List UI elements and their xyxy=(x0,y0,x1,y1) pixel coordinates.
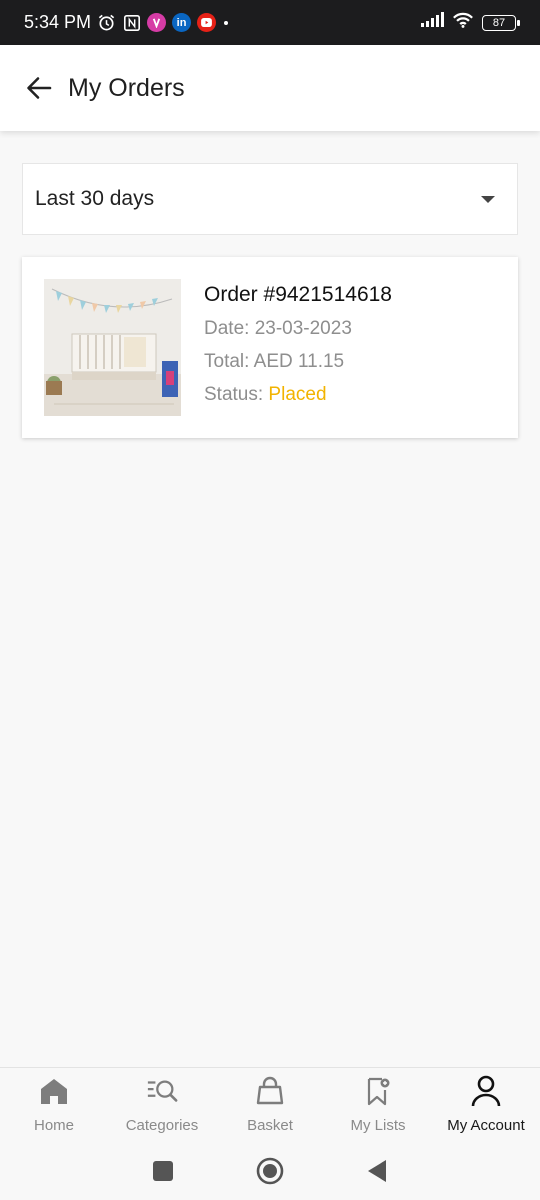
alarm-icon xyxy=(97,13,116,32)
order-total: Total: AED 11.15 xyxy=(204,351,345,372)
system-home-button[interactable] xyxy=(255,1156,285,1186)
caret-down-icon xyxy=(481,195,495,203)
order-status: Status: Placed xyxy=(204,384,392,406)
recents-icon xyxy=(153,1161,174,1181)
system-navigation-bar xyxy=(0,1142,540,1200)
bookmark-icon xyxy=(362,1075,394,1107)
order-status-label: Status: xyxy=(204,384,269,405)
arrow-left-icon xyxy=(27,77,52,99)
system-back-button[interactable] xyxy=(362,1156,392,1186)
status-notification-icons: in xyxy=(97,13,230,32)
signal-icon xyxy=(420,12,444,33)
status-bar: 5:34 PM in 87 xyxy=(0,0,540,45)
wifi-icon xyxy=(452,11,474,34)
youtube-icon xyxy=(197,13,217,32)
date-range-dropdown[interactable]: Last 30 days xyxy=(22,163,518,235)
status-system-icons: 87 xyxy=(420,11,520,34)
nav-label-my-lists: My Lists xyxy=(350,1117,406,1134)
nav-label-my-account: My Account xyxy=(447,1117,525,1134)
nav-label-home: Home xyxy=(33,1117,74,1134)
recents-button[interactable] xyxy=(148,1156,178,1186)
nav-item-basket[interactable]: Basket xyxy=(216,1068,324,1142)
back-triangle-icon xyxy=(367,1160,386,1182)
status-time: 5:34 PM xyxy=(24,12,92,32)
nav-item-categories[interactable]: Categories xyxy=(108,1068,216,1142)
order-product-image xyxy=(44,279,181,416)
home-icon xyxy=(38,1075,70,1107)
nfc-icon xyxy=(122,13,141,32)
linkedin-icon: in xyxy=(172,13,192,32)
nav-label-categories: Categories xyxy=(125,1117,199,1134)
order-card[interactable]: Order #9421514618 Date: 23-03-2023 Total… xyxy=(22,257,518,438)
nav-item-home[interactable]: Home xyxy=(0,1068,108,1142)
order-date: Date: 23-03-2023 xyxy=(204,318,352,339)
bottom-navigation: Home Categories Basket My Lists My Accou… xyxy=(0,1067,540,1142)
dot-icon xyxy=(222,13,230,32)
nav-item-my-lists[interactable]: My Lists xyxy=(324,1068,432,1142)
basket-icon xyxy=(254,1075,286,1107)
home-circle-icon xyxy=(256,1157,284,1185)
user-icon xyxy=(470,1075,502,1107)
order-number: Order #9421514618 xyxy=(204,283,392,306)
order-status-value: Placed xyxy=(268,384,327,405)
date-range-value: Last 30 days xyxy=(35,187,155,210)
page-title: My Orders xyxy=(68,73,185,102)
back-button[interactable] xyxy=(22,71,56,105)
order-info: Order #9421514618 Date: 23-03-2023 Total… xyxy=(204,279,392,416)
nav-label-basket: Basket xyxy=(247,1117,293,1134)
app-notification-icon xyxy=(147,13,167,32)
nav-item-my-account[interactable]: My Account xyxy=(432,1068,540,1142)
app-bar: My Orders xyxy=(0,45,540,131)
battery-icon: 87 xyxy=(482,14,520,31)
categories-search-icon xyxy=(146,1075,178,1107)
battery-level: 87 xyxy=(492,16,506,29)
